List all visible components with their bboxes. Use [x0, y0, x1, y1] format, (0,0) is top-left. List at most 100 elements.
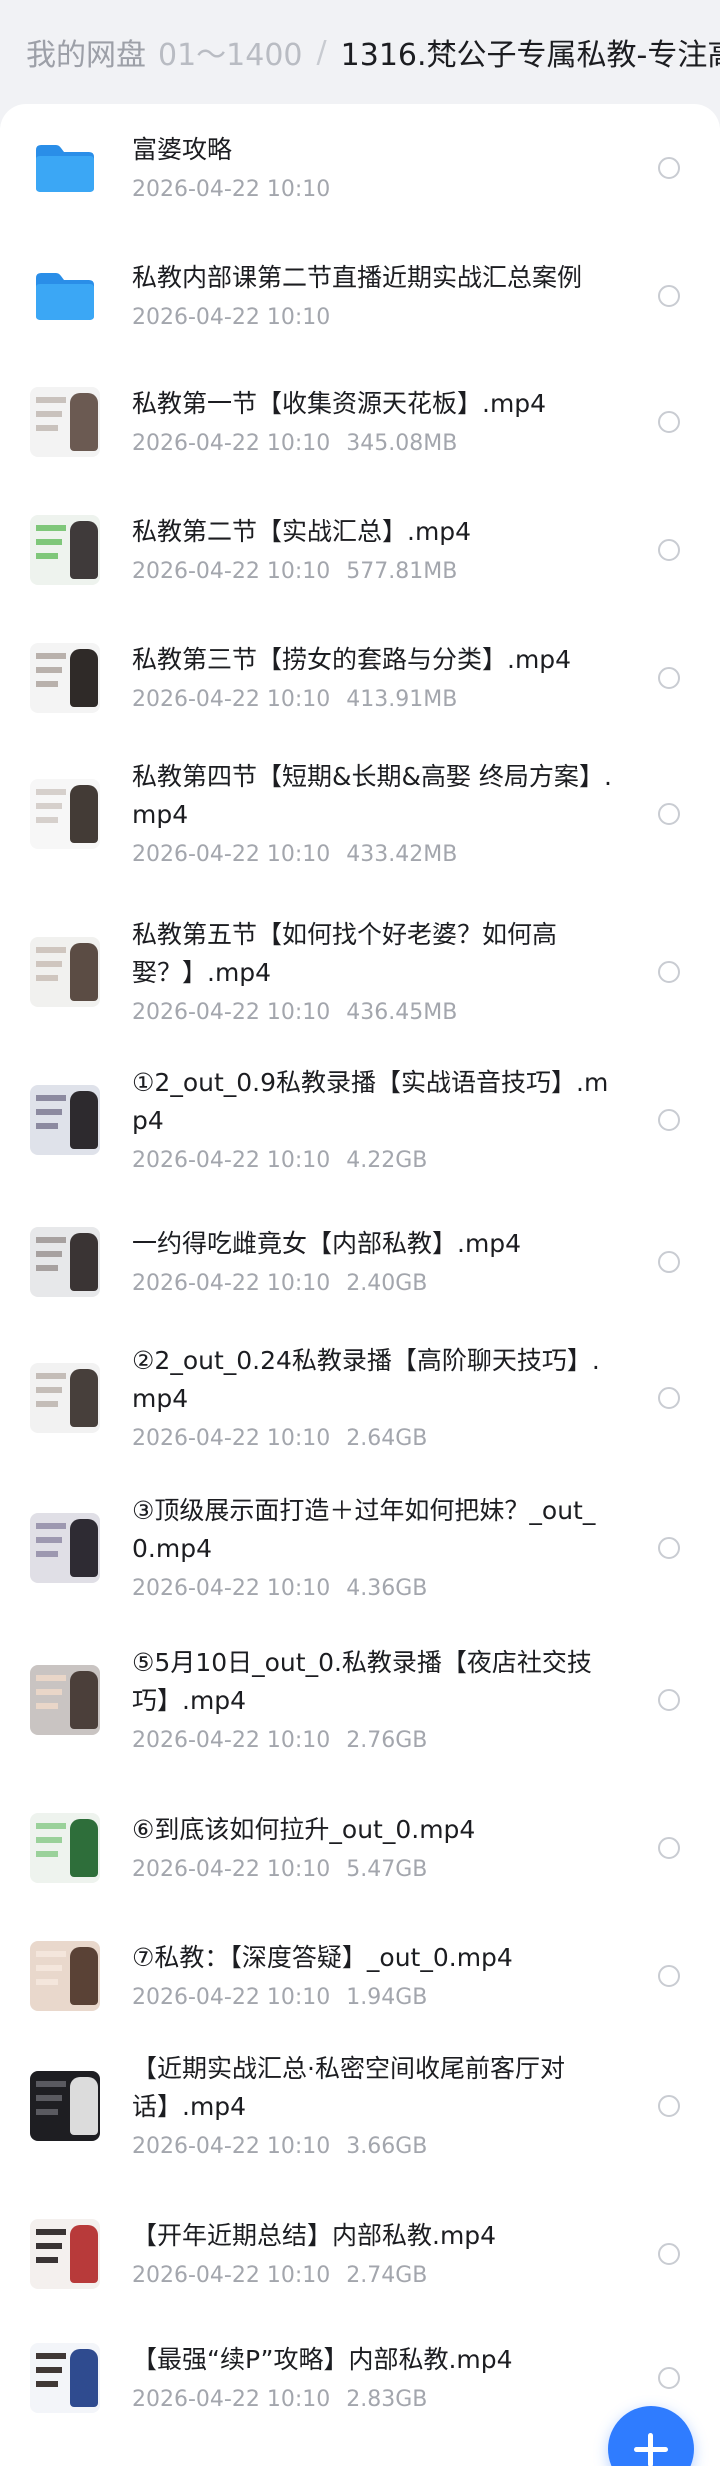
file-row[interactable]: ③顶级展示面打造＋过年如何把妹？_out_0.mp4 2026-04-22 10:…	[0, 1480, 720, 1608]
file-meta: 2026-04-22 10:10	[132, 175, 330, 205]
file-name: ⑦私教：【深度答疑】_out_0.mp4	[132, 1943, 513, 1972]
select-circle-icon[interactable]	[658, 1965, 680, 1987]
file-list: 富婆攻略 2026-04-22 10:10 私教内部课第二节直播近期实战汇总案例 20…	[0, 104, 720, 2466]
folder-row[interactable]: 私教内部课第二节直播近期实战汇总案例 2026-04-22 10:10	[0, 232, 720, 360]
select-circle-icon[interactable]	[658, 961, 680, 983]
file-row[interactable]: 私教第二节【实战汇总】.mp4 2026-04-22 10:10 577.81MB	[0, 486, 720, 614]
file-meta: 2026-04-22 10:10 413.91MB	[132, 685, 457, 715]
file-size: 436.45MB	[346, 1000, 458, 1025]
file-date: 2026-04-22 10:10	[132, 431, 331, 456]
file-date: 2026-04-22 10:10	[132, 1576, 331, 1601]
video-thumbnail	[30, 1227, 100, 1297]
file-row[interactable]: ⑤5月10日_out_0.私教录播【夜店社交技巧】.mp4 2026-04-22 …	[0, 1632, 720, 1760]
file-row[interactable]: 【最强“续P”攻略】内部私教.mp4 2026-04-22 10:10 2.83GB	[0, 2314, 720, 2442]
select-circle-icon[interactable]	[658, 667, 680, 689]
file-date: 2026-04-22 10:10	[132, 305, 331, 330]
file-name: ⑥到底该如何拉升_out_0.mp4	[132, 1815, 476, 1844]
select-circle-icon[interactable]	[658, 1251, 680, 1273]
file-size: 1.94GB	[346, 1985, 428, 2010]
video-thumbnail	[30, 1085, 100, 1155]
file-row[interactable]: 私教第五节【如何找个好老婆？如何高娶？】.mp4 2026-04-22 10:10…	[0, 904, 720, 1032]
file-name: 【开年近期总结】内部私教.mp4	[132, 2221, 497, 2250]
folder-icon	[36, 273, 94, 320]
select-circle-icon[interactable]	[658, 411, 680, 433]
file-row[interactable]: 一约得吃雌竟女【内部私教】.mp4 2026-04-22 10:10 2.40GB	[0, 1198, 720, 1326]
file-row[interactable]: 【开年近期总结】内部私教.mp4 2026-04-22 10:10 2.74GB	[0, 2190, 720, 2318]
video-thumbnail	[30, 779, 100, 849]
breadcrumb-root[interactable]: 我的网盘	[26, 30, 146, 74]
file-date: 2026-04-22 10:10	[132, 2387, 331, 2412]
file-size: 3.66GB	[346, 2134, 428, 2159]
file-meta: 2026-04-22 10:10 436.45MB	[132, 998, 457, 1028]
video-thumbnail	[30, 2219, 100, 2289]
video-thumbnail	[30, 1363, 100, 1433]
file-name: 私教第五节【如何找个好老婆？如何高娶？】.mp4	[132, 920, 558, 987]
breadcrumb: 我的网盘 01～1400 / 1316.梵公子专属私教-专注高分	[0, 0, 720, 104]
file-size: 433.42MB	[346, 842, 458, 867]
file-size: 4.22GB	[346, 1148, 428, 1173]
select-circle-icon[interactable]	[658, 2367, 680, 2389]
file-meta: 2026-04-22 10:10 5.47GB	[132, 1855, 427, 1885]
video-thumbnail	[30, 2343, 100, 2413]
folder-row[interactable]: 富婆攻略 2026-04-22 10:10	[0, 104, 720, 232]
select-circle-icon[interactable]	[658, 2243, 680, 2265]
file-meta: 2026-04-22 10:10 345.08MB	[132, 429, 457, 459]
select-circle-icon[interactable]	[658, 803, 680, 825]
breadcrumb-parent[interactable]: 01～1400	[158, 30, 303, 74]
file-name: 【近期实战汇总·私密空间收尾前客厅对话】.mp4	[132, 2054, 565, 2121]
select-circle-icon[interactable]	[658, 1537, 680, 1559]
file-row[interactable]: ①2_out_0.9私教录播【实战语音技巧】.mp4 2026-04-22 10:…	[0, 1052, 720, 1180]
video-thumbnail	[30, 1513, 100, 1583]
file-meta: 2026-04-22 10:10 2.64GB	[132, 1424, 427, 1454]
select-circle-icon[interactable]	[658, 1387, 680, 1409]
file-meta: 2026-04-22 10:10 1.94GB	[132, 1983, 427, 2013]
file-row[interactable]: 私教第一节【收集资源天花板】.mp4 2026-04-22 10:10 345.08…	[0, 358, 720, 486]
file-size: 4.36GB	[346, 1576, 428, 1601]
file-row[interactable]: ②2_out_0.24私教录播【高阶聊天技巧】.mp4 2026-04-22 10…	[0, 1330, 720, 1458]
file-browser-page: 我的网盘 01～1400 / 1316.梵公子专属私教-专注高分 富婆攻略 202…	[0, 0, 720, 2466]
file-size: 2.74GB	[346, 2263, 428, 2288]
select-circle-icon[interactable]	[658, 1109, 680, 1131]
file-meta: 2026-04-22 10:10 2.40GB	[132, 1269, 427, 1299]
file-name: ①2_out_0.9私教录播【实战语音技巧】.mp4	[132, 1068, 609, 1135]
file-date: 2026-04-22 10:10	[132, 842, 331, 867]
file-date: 2026-04-22 10:10	[132, 1857, 331, 1882]
file-date: 2026-04-22 10:10	[132, 687, 331, 712]
file-name: 一约得吃雌竟女【内部私教】.mp4	[132, 1229, 522, 1258]
file-date: 2026-04-22 10:10	[132, 1148, 331, 1173]
file-size: 5.47GB	[346, 1857, 428, 1882]
select-circle-icon[interactable]	[658, 285, 680, 307]
file-size: 2.40GB	[346, 1271, 428, 1296]
file-date: 2026-04-22 10:10	[132, 2134, 331, 2159]
file-name: 私教第四节【短期&长期&高娶 终局方案】.mp4	[132, 762, 612, 829]
file-row[interactable]: 【近期实战汇总·私密空间收尾前客厅对话】.mp4 2026-04-22 10:10…	[0, 2038, 720, 2166]
file-date: 2026-04-22 10:10	[132, 1985, 331, 2010]
breadcrumb-current-folder: 1316.梵公子专属私教-专注高分	[340, 38, 720, 73]
file-name: ⑤5月10日_out_0.私教录播【夜店社交技巧】.mp4	[132, 1648, 592, 1715]
select-circle-icon[interactable]	[658, 539, 680, 561]
file-row[interactable]: 私教第四节【短期&长期&高娶 终局方案】.mp4 2026-04-22 10:10…	[0, 746, 720, 874]
select-circle-icon[interactable]	[658, 2095, 680, 2117]
file-row[interactable]: ⑦私教：【深度答疑】_out_0.mp4 2026-04-22 10:10 1.94…	[0, 1912, 720, 2040]
file-name: ③顶级展示面打造＋过年如何把妹？_out_0.mp4	[132, 1496, 596, 1563]
file-name: 私教第一节【收集资源天花板】.mp4	[132, 389, 547, 418]
file-name: 私教第三节【捞女的套路与分类】.mp4	[132, 645, 572, 674]
video-thumbnail	[30, 1813, 100, 1883]
file-meta: 2026-04-22 10:10 433.42MB	[132, 840, 457, 870]
file-date: 2026-04-22 10:10	[132, 1000, 331, 1025]
file-row[interactable]: ⑥到底该如何拉升_out_0.mp4 2026-04-22 10:10 5.47GB	[0, 1784, 720, 1912]
file-meta: 2026-04-22 10:10 577.81MB	[132, 557, 457, 587]
file-meta: 2026-04-22 10:10 2.76GB	[132, 1726, 427, 1756]
file-meta: 2026-04-22 10:10	[132, 303, 330, 333]
file-date: 2026-04-22 10:10	[132, 1426, 331, 1451]
select-circle-icon[interactable]	[658, 1837, 680, 1859]
file-name: 【最强“续P”攻略】内部私教.mp4	[132, 2345, 513, 2374]
select-circle-icon[interactable]	[658, 1689, 680, 1711]
select-circle-icon[interactable]	[658, 157, 680, 179]
file-size: 577.81MB	[346, 559, 458, 584]
video-thumbnail	[30, 1941, 100, 2011]
file-row[interactable]: 私教第三节【捞女的套路与分类】.mp4 2026-04-22 10:10 413.9…	[0, 614, 720, 742]
file-date: 2026-04-22 10:10	[132, 1728, 331, 1753]
breadcrumb-separator: /	[316, 34, 327, 70]
video-thumbnail	[30, 2071, 100, 2141]
